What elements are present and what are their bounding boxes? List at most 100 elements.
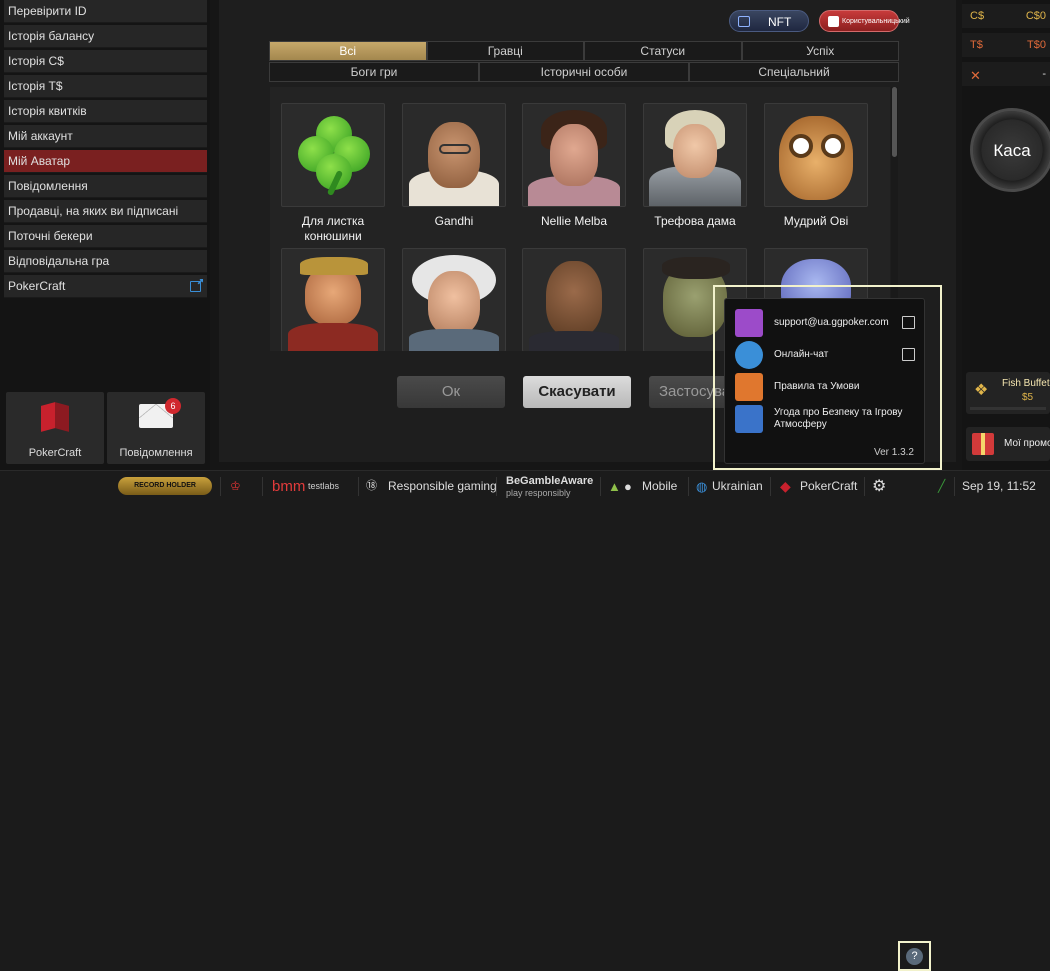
- avatar-label: Nellie Melba: [540, 214, 608, 228]
- sidebar-item-balance-history[interactable]: Історія балансу: [4, 25, 207, 48]
- scrollbar-thumb[interactable]: [892, 87, 897, 157]
- help-popup: support@ua.ggpoker.com Онлайн-чат Правил…: [724, 298, 925, 464]
- sidebar-item-pokercraft[interactable]: PokerCraft: [4, 275, 207, 298]
- record-holder-badge: RECORD HOLDER: [118, 477, 212, 495]
- app-window: Перевірити ID Історія балансу Історія C$…: [0, 0, 1050, 971]
- avatar-card[interactable]: Gandhi: [402, 103, 506, 229]
- warrior-portrait: [281, 248, 385, 351]
- avatar-card[interactable]: [281, 248, 385, 351]
- sidebar-list: Перевірити ID Історія балансу Історія C$…: [0, 0, 210, 298]
- sidebar-item-followed-sellers[interactable]: Продавці, на яких ви підписані: [4, 200, 207, 223]
- sidebar-item-label: PokerCraft: [8, 279, 66, 293]
- apple-icon: ●: [624, 479, 632, 494]
- begambleaware-logo[interactable]: BeGambleAware: [506, 475, 593, 487]
- nft-button[interactable]: NFT: [729, 10, 809, 32]
- nft-label: NFT: [768, 15, 792, 29]
- gift-icon: [972, 433, 994, 455]
- sidebar-item-current-backers[interactable]: Поточні бекери: [4, 225, 207, 248]
- sidebar-item-ticket-history[interactable]: Історія квитків: [4, 100, 207, 123]
- bmm-logo: bmm: [272, 478, 306, 495]
- tab-game-gods[interactable]: Боги гри: [269, 62, 479, 82]
- terms-label: Правила та Умови: [774, 381, 860, 392]
- subcategory-tabs: Боги гри Історичні особи Спеціальний: [269, 62, 899, 82]
- sidebar-item-label: Історія балансу: [8, 29, 95, 43]
- clover-icon: [281, 103, 385, 207]
- user-image-icon: [828, 16, 839, 27]
- sidebar-item-my-account[interactable]: Мій аккаунт: [4, 125, 207, 148]
- sidebar-item-label: Історія C$: [8, 54, 64, 68]
- tab-historical-figures[interactable]: Історичні особи: [479, 62, 689, 82]
- avatar-card[interactable]: [522, 248, 626, 351]
- tdollar-row: T$ T$0: [962, 33, 1050, 57]
- mobile-link[interactable]: Mobile: [642, 471, 677, 502]
- fish-buffet-widget[interactable]: ❖ Fish Buffet $5: [966, 372, 1050, 414]
- gandhi-portrait: [402, 103, 506, 207]
- sidebar-item-verify-id[interactable]: Перевірити ID: [4, 0, 207, 23]
- crest-icon: ♔: [230, 479, 241, 493]
- sidebar-item-label: Мій аккаунт: [8, 129, 73, 143]
- sidebar: Перевірити ID Історія балансу Історія C$…: [0, 0, 210, 470]
- avatar-card[interactable]: Мудрий Ові: [764, 103, 868, 229]
- sidebar-item-cdollar-history[interactable]: Історія C$: [4, 50, 207, 73]
- cancel-button[interactable]: Скасувати: [523, 376, 631, 408]
- sidebar-item-label: Поточні бекери: [8, 229, 93, 243]
- help-button[interactable]: ?: [898, 941, 931, 971]
- live-chat-label: Онлайн-чат: [774, 349, 829, 360]
- man-portrait: [522, 248, 626, 351]
- security-icon: [735, 405, 763, 433]
- external-link-icon: [902, 348, 915, 361]
- ok-button[interactable]: Ок: [397, 376, 505, 408]
- language-selector[interactable]: Ukrainian: [712, 471, 763, 502]
- promotions-widget[interactable]: Мої промо: [966, 427, 1050, 461]
- apply-button[interactable]: Застосувати: [649, 376, 729, 408]
- cdollar-row: C$ C$0: [962, 4, 1050, 28]
- pokercraft-tile[interactable]: PokerCraft: [6, 392, 104, 464]
- sidebar-item-label: Повідомлення: [8, 179, 88, 193]
- envelope-icon: [735, 309, 763, 337]
- sidebar-item-label: Історія квитків: [8, 104, 87, 118]
- sidebar-item-label: Продавці, на яких ви підписані: [8, 204, 179, 218]
- support-email-label: support@ua.ggpoker.com: [774, 317, 889, 328]
- category-tabs: Всі Гравці Статуси Успіх: [269, 41, 899, 61]
- tab-statuses[interactable]: Статуси: [584, 41, 742, 61]
- begambleaware-sub: play responsibly: [506, 488, 571, 498]
- messages-tile-label: Повідомлення: [119, 447, 193, 459]
- responsible-gaming-link[interactable]: Responsible gaming: [388, 471, 497, 502]
- clock: Sep 19, 11:52: [962, 479, 1036, 493]
- unread-count-badge: 6: [165, 398, 181, 414]
- external-link-icon: [190, 281, 201, 292]
- avatar-card[interactable]: Трефова дама: [643, 103, 747, 229]
- bottom-bar: RECORD HOLDER ♔ bmm testlabs ⑱ Responsib…: [0, 470, 1050, 971]
- pokercraft-link[interactable]: PokerCraft: [800, 471, 857, 502]
- avatar-card[interactable]: Для листка конюшини: [281, 103, 385, 244]
- sidebar-item-my-avatar[interactable]: Мій Аватар: [4, 150, 207, 173]
- tickets-value: -: [1042, 68, 1046, 80]
- messages-tile[interactable]: 6 Повідомлення: [107, 392, 205, 464]
- version-label: Ver 1.3.2: [873, 447, 914, 458]
- tab-achievements[interactable]: Успіх: [741, 41, 899, 61]
- avatar-label: Gandhi: [434, 214, 474, 228]
- sidebar-item-responsible-gaming[interactable]: Відповідальна гра: [4, 250, 207, 273]
- sidebar-item-label: Мій Аватар: [8, 154, 71, 168]
- tickets-row: ✕ -: [962, 62, 1050, 86]
- cdollar-value: C$0: [1025, 10, 1046, 22]
- tab-all[interactable]: Всі: [269, 41, 427, 61]
- ticket-icon: ✕: [970, 68, 981, 83]
- cashier-label: Каса: [993, 141, 1031, 160]
- avatar-card[interactable]: Nellie Melba: [522, 103, 626, 229]
- fish-buffet-value: $5: [1022, 392, 1034, 403]
- tab-players[interactable]: Гравці: [426, 41, 584, 61]
- avatar-card[interactable]: [402, 248, 506, 351]
- avatar-label: Мудрий Ові: [783, 214, 849, 228]
- owl-portrait: [764, 103, 868, 207]
- promotions-label: Мої промо: [1004, 438, 1050, 449]
- tab-special[interactable]: Спеціальний: [689, 62, 899, 82]
- sidebar-item-tdollar-history[interactable]: Історія T$: [4, 75, 207, 98]
- sidebar-item-messages[interactable]: Повідомлення: [4, 175, 207, 198]
- custom-avatar-label: Користувальницький: [842, 18, 910, 25]
- nft-icon: [738, 16, 750, 27]
- cashier-button[interactable]: Каса: [970, 108, 1050, 192]
- gear-icon[interactable]: ⚙: [872, 471, 886, 502]
- custom-avatar-button[interactable]: Користувальницький: [819, 10, 910, 32]
- nellie-portrait: [522, 103, 626, 207]
